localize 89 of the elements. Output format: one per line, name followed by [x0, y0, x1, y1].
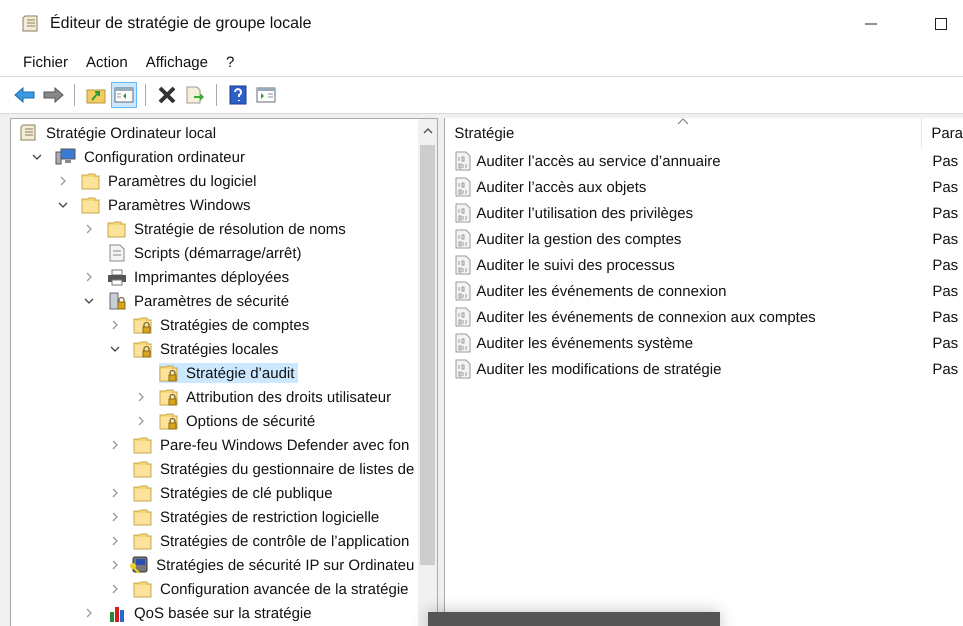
table-cell-text: Pas: [931, 256, 958, 274]
column-header[interactable]: Para: [922, 118, 963, 148]
tree-item[interactable]: Stratégie Ordinateur local: [19, 123, 220, 143]
tree-item[interactable]: Options de sécurité: [159, 411, 320, 431]
tree-item[interactable]: Paramètres de sécurité: [107, 291, 294, 311]
policy-name[interactable]: Auditer les événements de connexion: [476, 282, 726, 300]
folder-icon: [81, 196, 101, 214]
locked-folder-icon: [159, 388, 179, 406]
pane-icon: [114, 87, 134, 103]
close-icon: [157, 86, 177, 104]
binary-document-icon: [454, 333, 472, 353]
scroll-thumb[interactable]: [420, 145, 436, 565]
locked-folder-icon: [159, 412, 179, 430]
locked-folder-icon: [133, 316, 153, 334]
tree-item[interactable]: Paramètres Windows: [81, 195, 255, 215]
help-icon: [229, 85, 247, 105]
tree-item[interactable]: Attribution des droits utilisateur: [159, 387, 396, 407]
table-cell-text: Pas: [931, 282, 958, 300]
table-cell-text: Pas: [931, 334, 958, 352]
locked-folder-icon: [133, 340, 153, 358]
policy-name[interactable]: Auditer l’accès aux objets: [476, 178, 646, 196]
tree-item[interactable]: Pare-feu Windows Defender avec fon: [133, 435, 414, 455]
tree-item[interactable]: Stratégie de résolution de noms: [107, 219, 350, 239]
table-cell-text: Pas: [931, 152, 958, 170]
window-title: Éditeur de stratégie de groupe locale: [50, 15, 312, 33]
tree-item[interactable]: Stratégies de clé publique: [133, 483, 337, 503]
document-arrow-icon: [185, 86, 205, 104]
binary-document-icon: [454, 229, 472, 249]
binary-document-icon: [454, 151, 472, 171]
policy-name[interactable]: Auditer l’utilisation des privilèges: [476, 204, 694, 222]
table-cell-text: Pas: [931, 230, 958, 248]
tree-item[interactable]: Stratégies de sécurité IP sur Ordinateu: [129, 555, 418, 575]
monitor-key-icon: [129, 556, 150, 574]
policy-name[interactable]: Auditer les modifications de stratégie: [476, 360, 722, 378]
menu-item[interactable]: Affichage: [136, 50, 217, 74]
policy-name[interactable]: Auditer les événements de connexion aux comptes: [476, 308, 816, 326]
binary-document-icon: [454, 281, 472, 301]
binary-document-icon: [454, 359, 472, 379]
tree-item[interactable]: Stratégie d’audit: [159, 363, 298, 383]
table-cell-text: Pas: [931, 204, 958, 222]
binary-document-icon: [454, 307, 472, 327]
tree-item[interactable]: Stratégies de restriction logicielle: [133, 507, 384, 527]
scroll-icon: [20, 14, 40, 34]
table-cell-text: Pas: [931, 178, 958, 196]
back-arrow-icon: [14, 86, 36, 104]
folder-icon: [133, 532, 153, 550]
folder-icon: [107, 220, 127, 238]
tree-item[interactable]: Scripts (démarrage/arrêt): [107, 243, 306, 263]
tree-item[interactable]: Stratégies locales: [133, 339, 282, 359]
bar-chart-icon: [107, 604, 127, 622]
scrollbar[interactable]: [418, 119, 438, 626]
tree-item[interactable]: Imprimantes déployées: [107, 267, 294, 287]
sort-caret-icon: [677, 118, 690, 125]
server-lock-icon: [107, 292, 127, 310]
script-document-icon: [107, 244, 127, 262]
locked-folder-icon: [159, 364, 179, 382]
policy-name[interactable]: Auditer l’accès au service d’annuaire: [476, 152, 721, 170]
menu-item[interactable]: Action: [77, 50, 137, 74]
tree-item[interactable]: Stratégies du gestionnaire de listes de: [132, 459, 418, 479]
forward-arrow-icon: [42, 86, 64, 104]
folder-icon: [81, 172, 101, 190]
folder-icon: [133, 508, 153, 526]
policy-name[interactable]: Auditer les événements système: [476, 334, 694, 352]
toolbar-button[interactable]: [111, 82, 137, 108]
folder-icon: [133, 436, 153, 454]
table-cell-text: Pas: [931, 360, 958, 378]
binary-document-icon: [454, 177, 472, 197]
menu-item[interactable]: Fichier: [14, 50, 78, 74]
folder-icon: [133, 484, 153, 502]
computer-icon: [55, 148, 77, 166]
pane-icon: [256, 87, 276, 103]
binary-document-icon: [454, 203, 472, 223]
column-header[interactable]: Stratégie: [445, 118, 922, 148]
tree-item[interactable]: Configuration avancée de la stratégie: [133, 579, 412, 599]
tree-item[interactable]: Paramètres du logiciel: [81, 171, 260, 191]
folder-icon: [132, 460, 153, 478]
binary-document-icon: [454, 255, 472, 275]
tree-item[interactable]: QoS basée sur la stratégie: [107, 603, 316, 623]
menu-item[interactable]: ?: [217, 50, 244, 74]
tree-item[interactable]: Stratégies de contrôle de l’application: [133, 531, 414, 551]
maximize-icon[interactable]: [933, 16, 949, 32]
policy-name[interactable]: Auditer la gestion des comptes: [476, 230, 682, 248]
printer-icon: [107, 268, 127, 286]
tree-item[interactable]: Configuration ordinateur: [55, 147, 249, 167]
tree-item[interactable]: Stratégies de comptes: [133, 315, 314, 335]
table-cell-text: Pas: [931, 308, 958, 326]
scroll-up-icon[interactable]: [422, 127, 433, 135]
policy-name[interactable]: Auditer le suivi des processus: [476, 256, 675, 274]
folder-icon: [133, 580, 153, 598]
